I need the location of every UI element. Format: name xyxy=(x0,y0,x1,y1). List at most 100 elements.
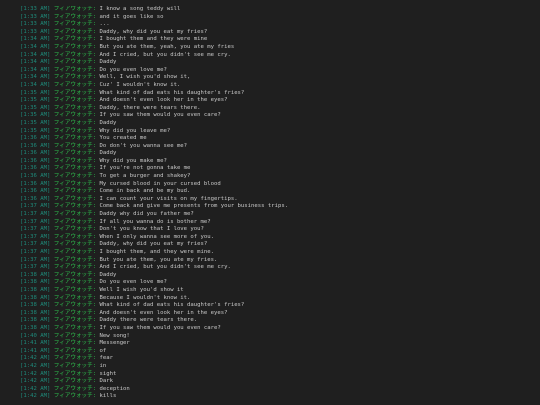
timestamp: [1:38 AM] xyxy=(20,324,51,331)
chat-line: [1:38 AM] フィアウォッチ: Well I wish you'd sho… xyxy=(20,287,535,295)
timestamp: [1:36 AM] xyxy=(20,180,51,187)
message-text: Don't you know that I love you? xyxy=(99,226,204,233)
message-text: What kind of dad eats his daughter's fri… xyxy=(99,302,245,309)
timestamp: [1:35 AM] xyxy=(20,104,51,111)
chat-line: [1:35 AM] フィアウォッチ: If you saw them would… xyxy=(20,112,535,120)
chat-line: [1:38 AM] フィアウォッチ: What kind of dad eats… xyxy=(20,302,535,310)
timestamp: [1:33 AM] xyxy=(20,28,51,35)
chat-line: [1:42 AM] フィアウォッチ: kills xyxy=(20,393,535,401)
message-text: But you ate them, you ate my fries. xyxy=(99,256,218,263)
username: フィアウォッチ: xyxy=(53,89,97,96)
message-text: If you saw them would you even care? xyxy=(99,324,221,331)
timestamp: [1:38 AM] xyxy=(20,309,51,316)
username: フィアウォッチ: xyxy=(53,385,97,392)
message-text: And doesn't even look her in the eyes? xyxy=(99,97,228,104)
timestamp: [1:41 AM] xyxy=(20,340,51,347)
username: フィアウォッチ: xyxy=(53,157,97,164)
username: フィアウォッチ: xyxy=(53,135,97,142)
message-text: I bought them and they were mine xyxy=(99,36,208,43)
chat-line: [1:35 AM] フィアウォッチ: Daddy xyxy=(20,120,535,128)
message-text: New song! xyxy=(99,332,130,339)
username: フィアウォッチ: xyxy=(53,127,97,134)
username: フィアウォッチ: xyxy=(53,66,97,73)
username: フィアウォッチ: xyxy=(53,226,97,233)
message-text: and it goes like so xyxy=(99,13,164,20)
username: フィアウォッチ: xyxy=(53,150,97,157)
username: フィアウォッチ: xyxy=(53,6,97,12)
timestamp: [1:34 AM] xyxy=(20,74,51,81)
chat-line: [1:34 AM] フィアウォッチ: But you ate them, yea… xyxy=(20,44,535,52)
timestamp: [1:37 AM] xyxy=(20,211,51,218)
username: フィアウォッチ: xyxy=(53,188,97,195)
message-text: And I cried, but you didn't see me cry. xyxy=(99,51,231,58)
timestamp: [1:38 AM] xyxy=(20,279,51,286)
chat-line: [1:37 AM] フィアウォッチ: Daddy why did you fat… xyxy=(20,211,535,219)
message-text: of xyxy=(99,347,107,354)
username: フィアウォッチ: xyxy=(53,28,97,35)
timestamp: [1:38 AM] xyxy=(20,271,51,278)
timestamp: [1:34 AM] xyxy=(20,43,51,50)
chat-line: [1:34 AM] フィアウォッチ: Daddy xyxy=(20,59,535,67)
timestamp: [1:42 AM] xyxy=(20,378,51,385)
timestamp: [1:33 AM] xyxy=(20,6,51,12)
timestamp: [1:34 AM] xyxy=(20,81,51,88)
username: フィアウォッチ: xyxy=(53,165,97,172)
timestamp: [1:42 AM] xyxy=(20,355,51,362)
chat-line: [1:37 AM] フィアウォッチ: And I cried, but you … xyxy=(20,264,535,272)
timestamp: [1:38 AM] xyxy=(20,286,51,293)
username: フィアウォッチ: xyxy=(53,195,97,202)
username: フィアウォッチ: xyxy=(53,211,97,218)
message-text: ... xyxy=(99,21,110,28)
message-text: Because I wouldn't know it. xyxy=(99,294,191,301)
timestamp: [1:36 AM] xyxy=(20,165,51,172)
chat-line: [1:34 AM] フィアウォッチ: I bought them and the… xyxy=(20,36,535,44)
timestamp: [1:34 AM] xyxy=(20,36,51,43)
message-text: sight xyxy=(99,370,117,377)
message-text: Daddy, why did you eat my fries? xyxy=(99,241,208,248)
username: フィアウォッチ: xyxy=(53,104,97,111)
chat-line: [1:34 AM] フィアウォッチ: Well, I wish you'd sh… xyxy=(20,74,535,82)
chat-line: [1:38 AM] フィアウォッチ: If you saw them would… xyxy=(20,325,535,333)
username: フィアウォッチ: xyxy=(53,347,97,354)
message-text: To get a burger and shakey? xyxy=(99,173,191,180)
chat-line: [1:40 AM] フィアウォッチ: New song! xyxy=(20,333,535,341)
timestamp: [1:33 AM] xyxy=(20,13,51,20)
timestamp: [1:37 AM] xyxy=(20,241,51,248)
timestamp: [1:36 AM] xyxy=(20,150,51,157)
chat-line: [1:35 AM] フィアウォッチ: Why did you leave me? xyxy=(20,128,535,136)
timestamp: [1:37 AM] xyxy=(20,218,51,225)
message-text: If you're not gonna take me xyxy=(99,165,191,172)
chat-line: [1:36 AM] フィアウォッチ: Come in back and be m… xyxy=(20,188,535,196)
chat-line: [1:36 AM] フィアウォッチ: Daddy xyxy=(20,150,535,158)
message-text: Do you even love me? xyxy=(99,66,167,73)
timestamp: [1:37 AM] xyxy=(20,203,51,210)
username: フィアウォッチ: xyxy=(53,36,97,43)
username: フィアウォッチ: xyxy=(53,279,97,286)
chat-line: [1:37 AM] フィアウォッチ: Daddy, why did you ea… xyxy=(20,241,535,249)
timestamp: [1:41 AM] xyxy=(20,347,51,354)
message-text: in xyxy=(99,362,107,369)
username: フィアウォッチ: xyxy=(53,317,97,324)
username: フィアウォッチ: xyxy=(53,112,97,119)
timestamp: [1:35 AM] xyxy=(20,119,51,126)
timestamp: [1:35 AM] xyxy=(20,112,51,119)
timestamp: [1:36 AM] xyxy=(20,142,51,149)
timestamp: [1:36 AM] xyxy=(20,195,51,202)
message-text: Do you even love me? xyxy=(99,279,167,286)
username: フィアウォッチ: xyxy=(53,51,97,58)
username: フィアウォッチ: xyxy=(53,271,97,278)
message-text: If all you wanna do is bother me? xyxy=(99,218,211,225)
timestamp: [1:37 AM] xyxy=(20,264,51,271)
username: フィアウォッチ: xyxy=(53,370,97,377)
timestamp: [1:35 AM] xyxy=(20,89,51,96)
username: フィアウォッチ: xyxy=(53,340,97,347)
message-text: Why did you leave me? xyxy=(99,127,171,134)
chat-line: [1:33 AM] フィアウォッチ: I know a song teddy w… xyxy=(20,6,535,14)
chat-line: [1:42 AM] フィアウォッチ: in xyxy=(20,363,535,371)
message-text: Cuz' I wouldn't know it. xyxy=(99,81,181,88)
message-text: Why did you make me? xyxy=(99,157,167,164)
username: フィアウォッチ: xyxy=(53,43,97,50)
username: フィアウォッチ: xyxy=(53,264,97,271)
message-text: kills xyxy=(99,393,117,400)
username: フィアウォッチ: xyxy=(53,13,97,20)
